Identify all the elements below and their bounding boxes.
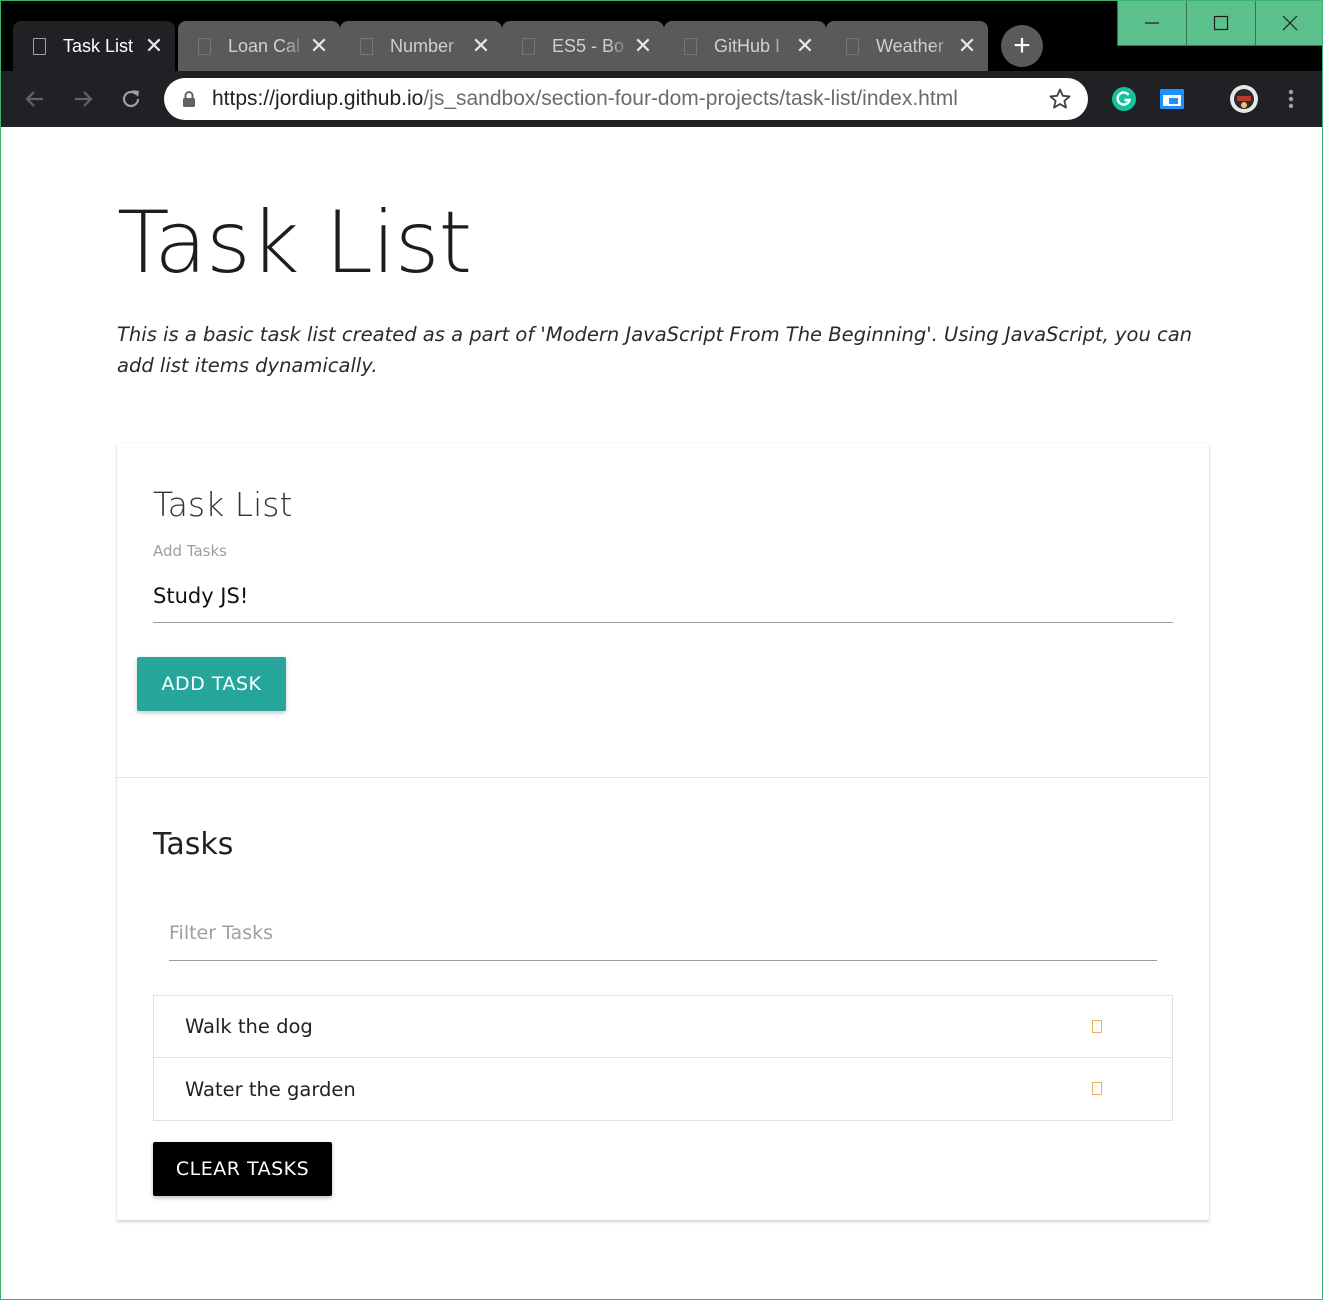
add-task-section: Task List Add Tasks ADD TASK	[117, 443, 1209, 778]
browser-toolbar: https://jordiup.github.io/js_sandbox/sec…	[1, 71, 1322, 127]
extension-window-icon[interactable]	[1159, 86, 1185, 112]
tab-loan-calculator[interactable]: Loan Cal ✕	[178, 21, 340, 71]
page-icon	[522, 37, 535, 55]
close-icon[interactable]: ✕	[143, 35, 165, 57]
page-icon	[684, 37, 697, 55]
close-icon[interactable]: ✕	[632, 35, 654, 57]
tab-title: ES5 - Bo	[552, 35, 625, 56]
tab-weather[interactable]: Weather ✕	[826, 21, 988, 71]
page-icon	[33, 37, 46, 55]
close-icon	[1282, 15, 1298, 31]
tab-github[interactable]: GitHub I ✕	[664, 21, 826, 71]
maximize-button[interactable]	[1186, 1, 1255, 46]
add-task-button[interactable]: ADD TASK	[137, 657, 286, 711]
clear-tasks-button[interactable]: CLEAR TASKS	[153, 1142, 332, 1196]
forward-button[interactable]	[69, 85, 97, 113]
avatar[interactable]	[1229, 84, 1259, 114]
minimize-icon	[1145, 22, 1159, 24]
add-tasks-label: Add Tasks	[153, 542, 227, 560]
tab-title: Weather	[876, 35, 944, 56]
task-card: Task List Add Tasks ADD TASK Tasks Walk …	[117, 443, 1209, 1220]
close-icon[interactable]: ✕	[794, 35, 816, 57]
arrow-right-icon	[75, 91, 93, 107]
task-list: Walk the dog Water the garden	[153, 995, 1173, 1121]
grammarly-icon[interactable]	[1111, 86, 1137, 112]
task-input[interactable]	[153, 569, 1173, 623]
maximize-icon	[1213, 15, 1229, 31]
reload-button[interactable]	[117, 85, 145, 113]
close-icon[interactable]: ✕	[470, 35, 492, 57]
url-host: https://jordiup.github.io	[212, 87, 424, 110]
tab-title: GitHub I	[714, 35, 781, 56]
page-icon	[360, 37, 373, 55]
window-controls	[1117, 1, 1322, 46]
page-content: Task List This is a basic task list crea…	[1, 127, 1322, 1299]
address-bar[interactable]: https://jordiup.github.io/js_sandbox/sec…	[164, 78, 1088, 120]
task-text: Walk the dog	[185, 1015, 313, 1038]
delete-icon[interactable]	[1092, 1020, 1102, 1033]
tab-task-list[interactable]: Task List ✕	[13, 21, 175, 71]
reload-icon	[122, 90, 140, 108]
page-icon	[846, 37, 859, 55]
filter-input[interactable]	[169, 905, 1157, 961]
page-title: Task List	[117, 193, 472, 293]
tasks-heading: Tasks	[153, 827, 234, 862]
tab-strip: Task List ✕ Loan Cal ✕ Number ✕ ES5 - Bo…	[1, 1, 1322, 71]
new-tab-button[interactable]: +	[1001, 25, 1043, 67]
browser-window: Task List ✕ Loan Cal ✕ Number ✕ ES5 - Bo…	[0, 0, 1323, 1300]
close-window-button[interactable]	[1255, 1, 1322, 46]
tab-title: Loan Cal	[228, 35, 301, 56]
tab-number[interactable]: Number ✕	[340, 21, 502, 71]
minimize-button[interactable]	[1117, 1, 1186, 46]
url-text: https://jordiup.github.io/js_sandbox/sec…	[212, 87, 958, 111]
close-icon[interactable]: ✕	[308, 35, 330, 57]
tab-title: Task List	[63, 35, 134, 56]
more-options-icon[interactable]	[1279, 86, 1303, 112]
list-item: Walk the dog	[154, 996, 1172, 1058]
tab-title: Number	[390, 35, 455, 56]
close-icon[interactable]: ✕	[956, 35, 978, 57]
tab-es5[interactable]: ES5 - Bo ✕	[502, 21, 664, 71]
arrow-left-icon	[25, 91, 43, 107]
page-description: This is a basic task list created as a p…	[117, 323, 1193, 377]
delete-icon[interactable]	[1092, 1082, 1102, 1095]
back-button[interactable]	[21, 85, 49, 113]
url-path: /js_sandbox/section-four-dom-projects/ta…	[423, 87, 958, 110]
list-item: Water the garden	[154, 1058, 1172, 1120]
star-icon[interactable]	[1048, 87, 1072, 111]
lock-icon	[183, 91, 195, 107]
page-icon	[198, 37, 211, 55]
task-text: Water the garden	[185, 1077, 356, 1101]
card-title: Task List	[153, 485, 293, 524]
